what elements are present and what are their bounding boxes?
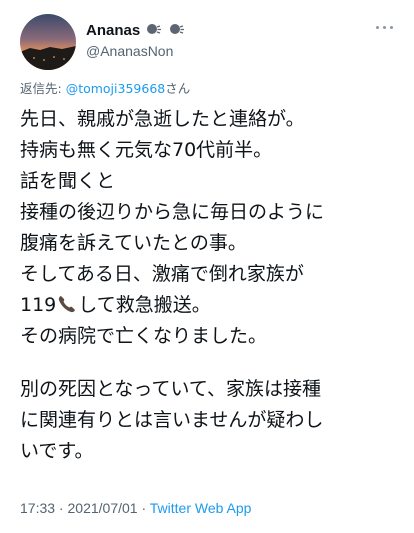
tweet-text: 先日、親戚が急逝したと連絡が。 持病も無く元気な70代前半。 話を聞くと接種の後辺り… bbox=[20, 104, 400, 352]
tweet-header: Ananas @AnanasNon bbox=[0, 0, 414, 80]
reply-suffix: さん bbox=[165, 81, 191, 96]
tweet-line: 接種の後辺りから急に毎日のように bbox=[20, 201, 325, 223]
more-options-button[interactable] bbox=[374, 20, 396, 36]
tweet-metadata: 17:33 · 2021/07/01 · Twitter Web App bbox=[20, 500, 251, 516]
tweet-line: 持病も無く元気な70代前半。 bbox=[20, 139, 273, 161]
meta-separator: · bbox=[137, 500, 150, 516]
tweet-line: 先日、親戚が急逝したと連絡が。 bbox=[20, 108, 305, 130]
tweet-line: 119 して救急搬送。 bbox=[20, 290, 400, 321]
display-name-text: Ananas bbox=[86, 22, 141, 39]
tweet-line-suffix: して救急搬送。 bbox=[78, 294, 211, 316]
tweet-line: その病院で亡くなりました。 bbox=[20, 325, 268, 347]
reply-target-link[interactable]: @tomoji359668 bbox=[66, 81, 166, 96]
display-name[interactable]: Ananas bbox=[86, 22, 185, 39]
tweet-paragraph: 別の死因となっていて、家族は接種 に関連有りとは言いませんが疑わし いです。 bbox=[20, 378, 324, 462]
user-handle[interactable]: @AnanasNon bbox=[86, 43, 173, 59]
tweet-source-link[interactable]: Twitter Web App bbox=[150, 500, 252, 516]
tweet-line: 話を聞くと bbox=[20, 170, 116, 192]
tweet-line-prefix: 119 bbox=[20, 294, 57, 316]
telephone-receiver-icon bbox=[59, 296, 76, 313]
speaking-head-icon bbox=[147, 24, 162, 34]
reply-to-line: 返信先: @tomoji359668さん bbox=[20, 78, 190, 97]
meta-separator: · bbox=[55, 500, 68, 516]
tweet-date[interactable]: 2021/07/01 bbox=[68, 500, 138, 516]
speaking-head-icon bbox=[169, 24, 184, 34]
tweet-line: 腹痛を訴えていたとの事。 bbox=[20, 232, 247, 254]
avatar[interactable] bbox=[20, 14, 76, 70]
tweet-time[interactable]: 17:33 bbox=[20, 500, 55, 516]
reply-prefix: 返信先: bbox=[20, 81, 66, 96]
tweet-line: そしてある日、激痛で倒れ家族が bbox=[20, 263, 304, 285]
